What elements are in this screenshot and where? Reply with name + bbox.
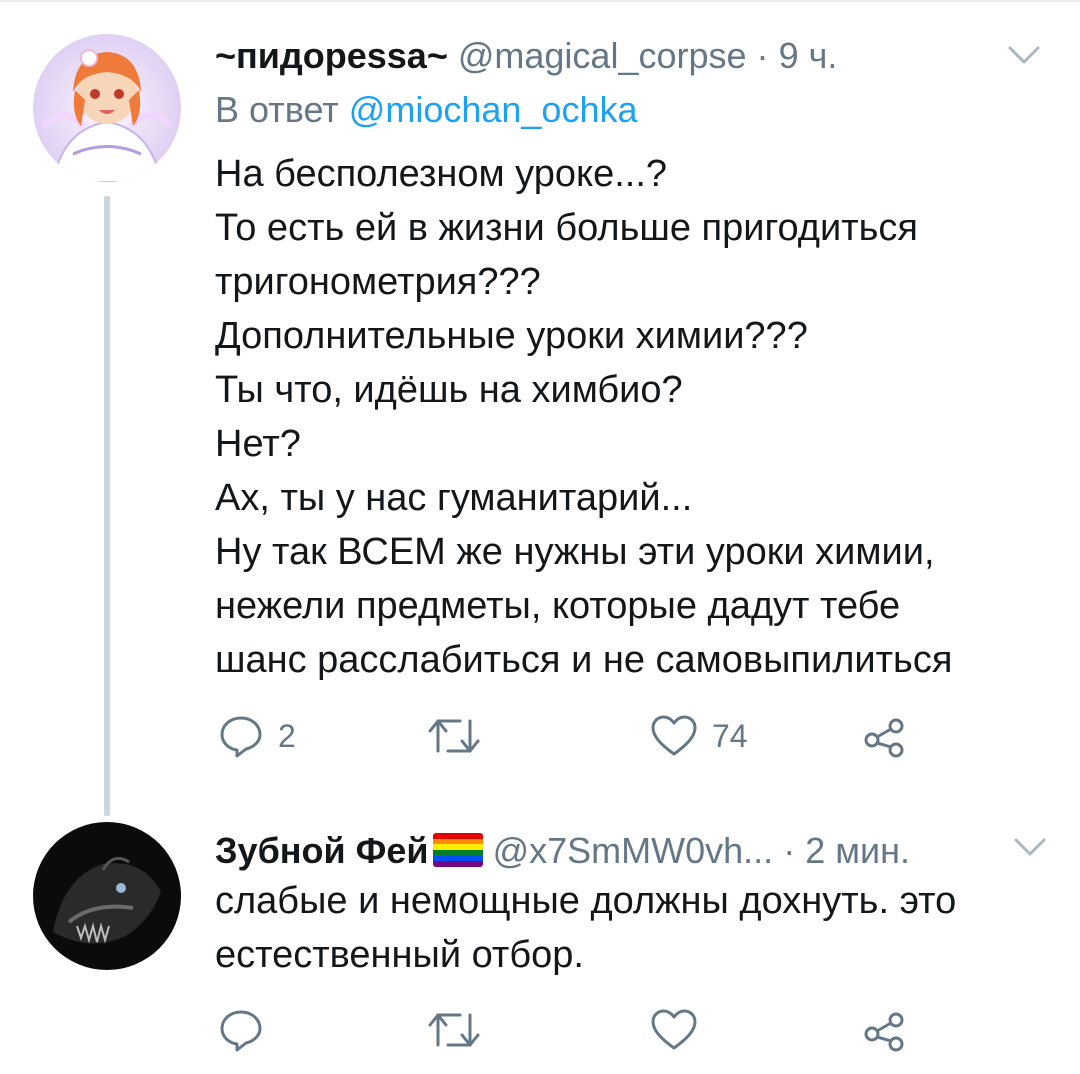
tweet-text-line: Ах, ты у нас гуманитарий... xyxy=(215,477,693,519)
tweet-text-line: На бесполезном уроке...? xyxy=(215,153,668,195)
tweet-body: На бесполезном уроке...? То есть ей в жи… xyxy=(215,147,952,687)
separator-dot: · xyxy=(756,35,769,76)
tweet-header: Зубной Фей @x7SmMW0vh... · 2 мин. xyxy=(215,829,910,873)
share-button[interactable] xyxy=(862,1007,908,1053)
display-name[interactable]: ~пидорessa~ xyxy=(215,35,448,76)
chevron-down-icon[interactable] xyxy=(1004,40,1044,70)
share-icon xyxy=(864,1012,904,1052)
retweet-button[interactable] xyxy=(428,1007,494,1053)
rainbow-flag-emoji xyxy=(432,833,483,867)
reply-context: В ответ @miochan_ochka xyxy=(215,88,638,132)
reply-prefix: В ответ xyxy=(215,89,339,130)
like-button[interactable] xyxy=(650,1007,712,1053)
retweet-icon xyxy=(428,1013,480,1047)
tweet-text-line: слабые и немощные должны дохнуть. это xyxy=(215,880,957,922)
user-handle[interactable]: @magical_corpse xyxy=(458,35,747,76)
reply-count: 2 xyxy=(278,718,296,754)
like-icon xyxy=(651,715,697,756)
anime-avatar[interactable] xyxy=(33,34,181,182)
tweet-text-line: Ты что, идёшь на химбио? xyxy=(215,369,683,411)
creature-avatar[interactable] xyxy=(33,822,181,970)
like-count: 74 xyxy=(712,718,748,754)
share-button[interactable] xyxy=(862,713,908,759)
share-icon xyxy=(864,718,904,758)
tweet-text-line: тригонометрия??? xyxy=(215,261,541,303)
display-name[interactable]: Зубной Фей xyxy=(215,830,429,871)
like-icon xyxy=(651,1009,697,1050)
reply-button[interactable]: 2 xyxy=(218,713,296,759)
retweet-icon xyxy=(428,719,480,753)
user-handle[interactable]: @x7SmMW0vh... xyxy=(493,830,774,871)
tweet-1[interactable]: ~пидорessa~ @magical_corpse · 9 ч. В отв… xyxy=(0,0,1080,816)
reply-button[interactable] xyxy=(218,1007,278,1053)
tweet-text-line: Ну так ВСЕМ же нужны эти уроки химии, xyxy=(215,531,935,573)
tweet-text-line: Нет? xyxy=(215,423,301,465)
reply-icon xyxy=(220,716,262,758)
tweet-header: ~пидорessa~ @magical_corpse · 9 ч. xyxy=(215,34,837,78)
tweet-text-line: нежели предметы, которые дадут тебе xyxy=(215,585,901,627)
tweet-text-line: То есть ей в жизни больше пригодиться xyxy=(215,207,918,249)
thread-connector xyxy=(104,196,110,816)
chevron-down-icon[interactable] xyxy=(1010,832,1050,862)
tweet-text-line: шанс расслабиться и не самовыпилиться xyxy=(215,639,953,681)
retweet-button[interactable] xyxy=(428,713,494,759)
tweet-text-line: естественный отбор. xyxy=(215,934,584,976)
tweet-2[interactable]: Зубной Фей @x7SmMW0vh... · 2 мин. слабые… xyxy=(0,800,1080,1074)
reply-icon xyxy=(220,1010,262,1052)
reply-mention-link[interactable]: @miochan_ochka xyxy=(349,89,638,130)
timestamp[interactable]: 9 ч. xyxy=(779,35,838,76)
like-button[interactable]: 74 xyxy=(650,713,748,759)
tweet-text-line: Дополнительные уроки химии??? xyxy=(215,315,808,357)
separator-dot: · xyxy=(783,830,796,871)
tweet-body: слабые и немощные должны дохнуть. это ес… xyxy=(215,874,956,982)
timestamp[interactable]: 2 мин. xyxy=(805,830,910,871)
